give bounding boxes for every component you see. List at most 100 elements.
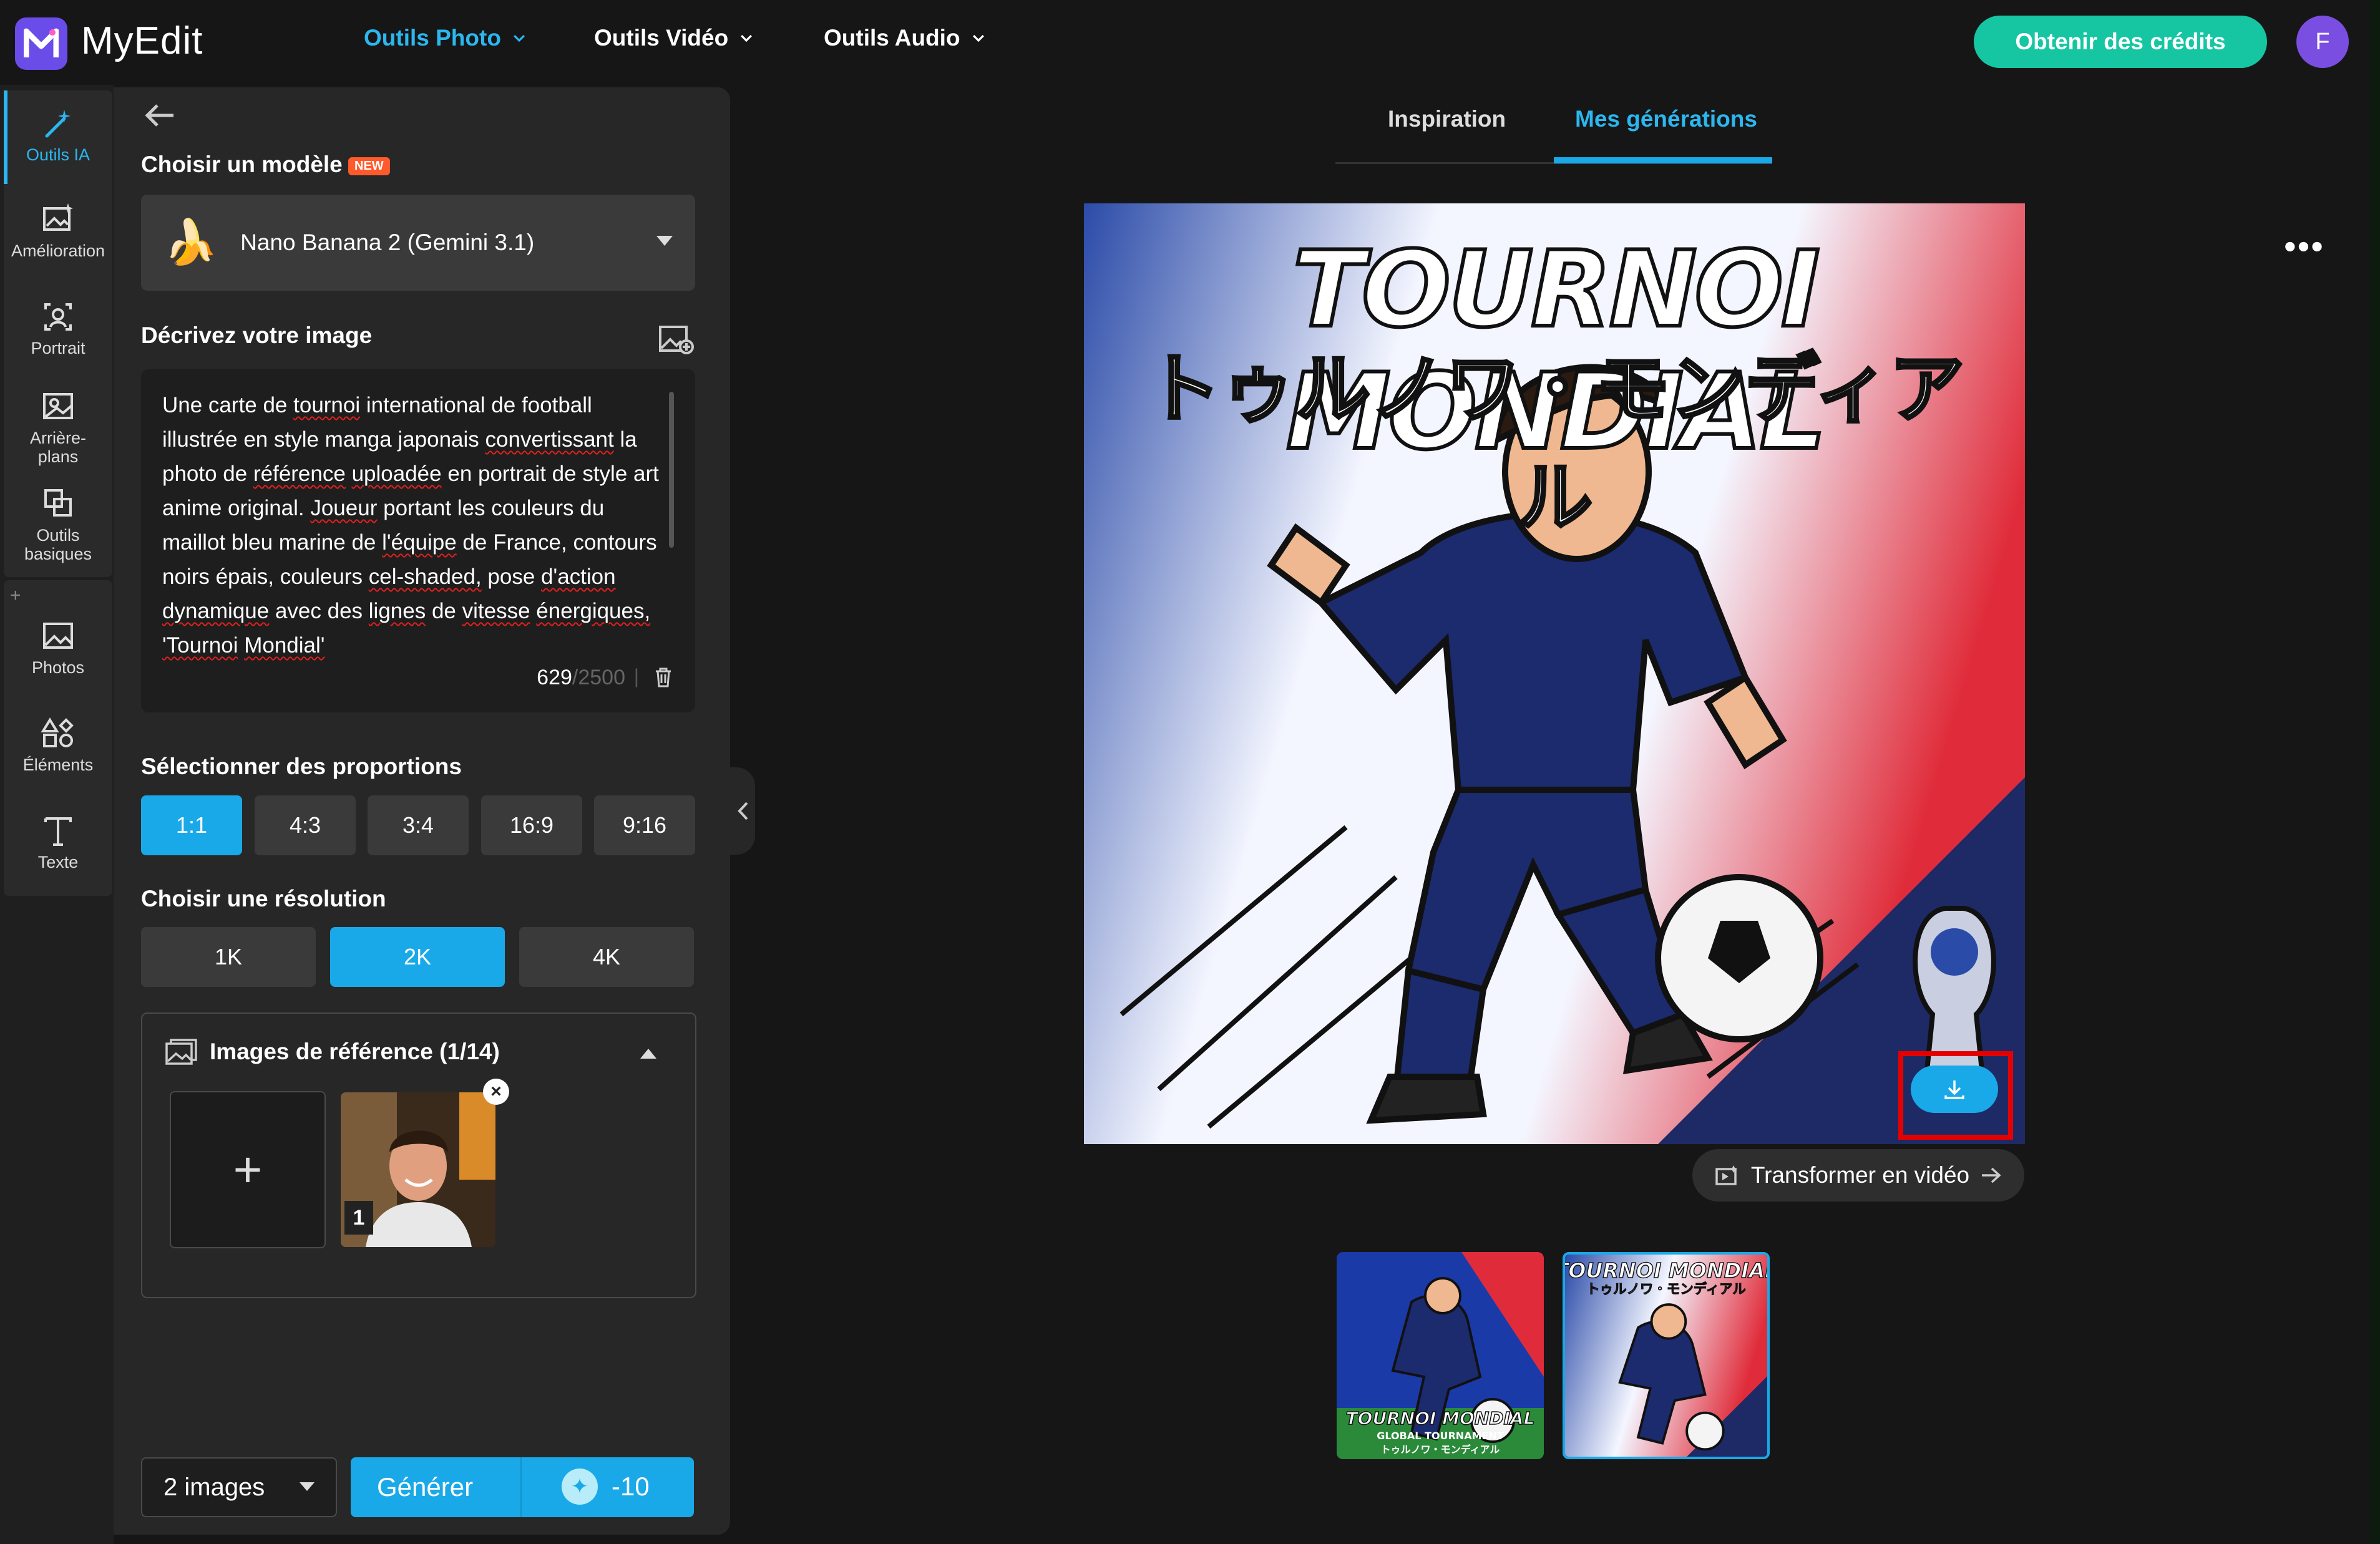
rail-label: Arrière-plans [29, 429, 86, 466]
more-options-icon[interactable]: ••• [2284, 226, 2324, 266]
portrait-icon [44, 303, 72, 331]
prompt-char-count: 629/2500 [537, 666, 625, 690]
rail-item-elements[interactable]: Éléments [4, 715, 112, 775]
rail-label: Texte [37, 853, 79, 872]
nav-label: Outils Vidéo [594, 25, 729, 51]
char-max: /2500 [572, 666, 625, 689]
rail-item-amelioration[interactable]: Amélioration [4, 201, 112, 261]
nav-label: Outils Photo [364, 25, 501, 51]
banana-icon: 🍌 [163, 218, 218, 266]
reference-label: Images de référence (1/14) [210, 1039, 500, 1064]
image-count-value: 2 images [163, 1473, 265, 1501]
image-enhance-icon [43, 203, 73, 231]
char-count: 629 [537, 666, 572, 689]
model-select[interactable]: 🍌 Nano Banana 2 (Gemini 3.1) [141, 195, 695, 291]
arrow-left-icon [145, 104, 173, 127]
window-edge [2370, 0, 2380, 1544]
user-avatar[interactable]: F [2296, 16, 2349, 68]
chevron-down-icon [513, 34, 525, 42]
add-reference-image-icon[interactable] [658, 323, 695, 359]
trash-icon [656, 668, 671, 687]
thumb-title: TOURNOI MONDIAL [1565, 1258, 1767, 1283]
generation-thumbnail[interactable]: TOURNOI MONDIAL GLOBAL TOURNAMENT トゥルノワ・… [1337, 1252, 1544, 1459]
myedit-logo-icon[interactable] [15, 17, 67, 70]
rail-label: Outils IA [26, 145, 90, 164]
rail-item-texte[interactable]: Texte [4, 812, 112, 872]
generate-label: Générer [377, 1472, 474, 1502]
ratio-16-9-button[interactable]: 16:9 [481, 795, 582, 855]
cost-value: -10 [612, 1472, 650, 1501]
resolution-2k-button[interactable]: 2K [330, 927, 505, 987]
add-reference-button[interactable]: + [170, 1091, 326, 1248]
generation-thumbnail-selected[interactable]: TOURNOI MONDIAL トゥルノワ・モンディアル [1563, 1252, 1770, 1459]
chevron-left-icon [738, 802, 748, 820]
caret-down-icon [656, 236, 673, 246]
count-separator: | [633, 665, 639, 687]
generate-cost: ✦ -10 [562, 1469, 650, 1505]
rail-plus[interactable]: + [10, 585, 21, 606]
describe-label: Décrivez votre image [141, 323, 373, 348]
shapes-icon [41, 717, 74, 747]
chevron-down-icon [972, 34, 984, 42]
photo-icon [43, 623, 73, 649]
image-subtitle: トゥルノワ・モンディアル [1144, 345, 1966, 543]
background-icon [43, 393, 73, 419]
app-name[interactable]: MyEdit [81, 19, 203, 63]
active-tab-indicator [1554, 157, 1772, 163]
image-count-select[interactable]: 2 images [141, 1457, 337, 1517]
back-button[interactable] [142, 102, 177, 132]
resolution-label: Choisir une résolution [141, 886, 386, 911]
nav-outils-photo[interactable]: Outils Photo [364, 25, 527, 51]
new-badge: NEW [348, 157, 390, 175]
ratio-3-4-button[interactable]: 3:4 [368, 795, 469, 855]
transform-to-video-label: Transformer en vidéo [1750, 1162, 1970, 1188]
model-name: Nano Banana 2 (Gemini 3.1) [240, 230, 535, 255]
panel-collapse-button[interactable] [730, 767, 755, 855]
resolution-1k-button[interactable]: 1K [141, 927, 316, 987]
prompt-scrollbar[interactable] [669, 392, 674, 548]
thumbnail-art: TOURNOI MONDIAL トゥルノワ・モンディアル [1565, 1255, 1767, 1457]
reference-header[interactable]: Images de référence (1/14) [165, 1037, 500, 1066]
get-credits-button[interactable]: Obtenir des crédits [1974, 16, 2267, 68]
tab-inspiration[interactable]: Inspiration [1388, 106, 1506, 132]
images-icon [165, 1039, 197, 1065]
rail-item-outils-ia[interactable]: Outils IA [4, 105, 112, 165]
rail-label: Amélioration [11, 241, 105, 260]
caret-down-icon [300, 1482, 315, 1491]
ratio-9-16-button[interactable]: 9:16 [594, 795, 695, 855]
magic-wand-icon [45, 110, 71, 138]
thumb-jp: トゥルノワ・モンディアル [1586, 1281, 1746, 1297]
rail-item-outils-basiques[interactable]: Outils basiques [4, 485, 112, 563]
reference-thumbnail[interactable]: 1 [341, 1092, 495, 1247]
generated-image[interactable]: TOURNOI MONDIAL トゥルノワ・モンディアル [1084, 203, 2025, 1144]
nav-outils-audio[interactable]: Outils Audio [824, 25, 987, 51]
ratio-1-1-button[interactable]: 1:1 [141, 795, 242, 855]
prompt-text[interactable]: Une carte de tournoi international de fo… [162, 388, 661, 663]
resolution-4k-button[interactable]: 4K [519, 927, 694, 987]
rail-item-arriere-plans[interactable]: Arrière-plans [4, 388, 112, 466]
rail-label: Outils basiques [24, 526, 92, 563]
reference-images-panel: Images de référence (1/14) + 1 × [141, 1012, 696, 1298]
video-icon [1715, 1165, 1737, 1185]
ratio-label: Sélectionner des proportions [141, 754, 462, 779]
prompt-textarea[interactable]: Une carte de tournoi international de fo… [141, 369, 695, 712]
remove-reference-button[interactable]: × [483, 1079, 509, 1105]
rail-label: Éléments [22, 755, 94, 774]
ratio-4-3-button[interactable]: 4:3 [255, 795, 356, 855]
clear-prompt-button[interactable] [654, 667, 673, 691]
crop-icon [44, 489, 72, 517]
transform-to-video-button[interactable]: Transformer en vidéo [1692, 1149, 2024, 1202]
rail-label: Portrait [31, 339, 85, 357]
prompt-content: Une carte de tournoi international de fo… [162, 393, 659, 658]
rail-item-photos[interactable]: Photos [4, 618, 112, 677]
rail-label: Photos [31, 658, 85, 677]
reference-collapse-button[interactable] [640, 1047, 656, 1062]
reference-index: 1 [344, 1201, 373, 1235]
tab-mes-generations[interactable]: Mes générations [1575, 106, 1757, 132]
generate-divider [520, 1457, 522, 1517]
rail-item-portrait[interactable]: Portrait [4, 298, 112, 358]
download-highlight-box [1898, 1051, 2013, 1140]
nav-label: Outils Audio [824, 25, 960, 51]
nav-outils-video[interactable]: Outils Vidéo [594, 25, 754, 51]
generate-button[interactable]: Générer ✦ -10 [351, 1457, 694, 1517]
